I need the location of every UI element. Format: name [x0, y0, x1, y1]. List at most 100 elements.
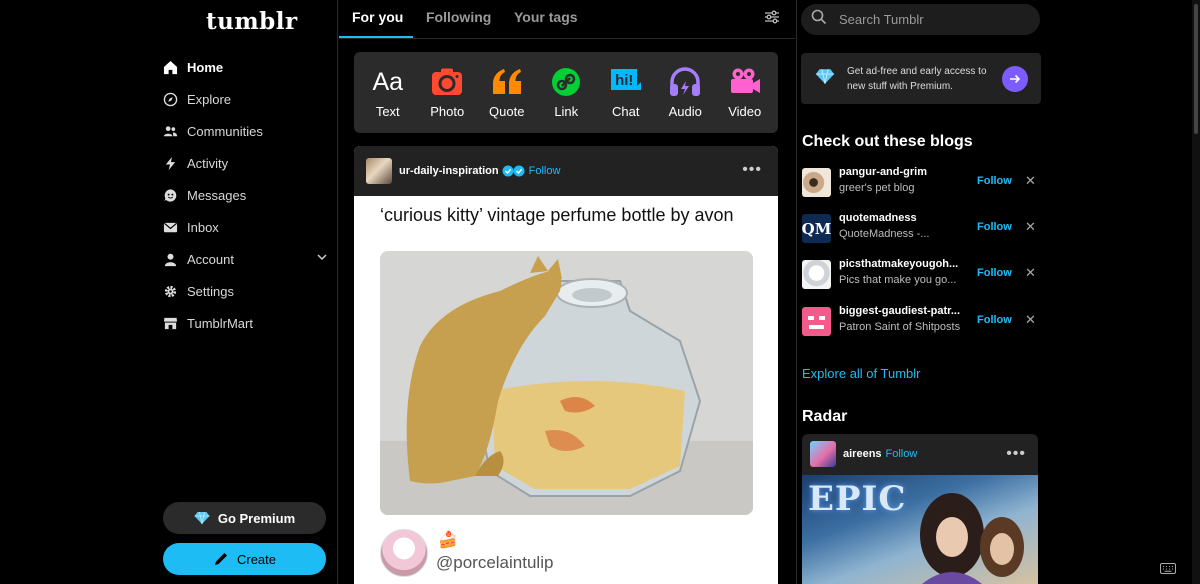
- blog-recommendation[interactable]: pangur-and-grim greer's pet blog Follow …: [802, 166, 1040, 202]
- home-icon: [162, 59, 178, 75]
- chevron-down-icon[interactable]: [316, 251, 328, 266]
- promo-arrow-button[interactable]: [1002, 66, 1028, 92]
- feed: For you Following Your tags Aa Text Phot…: [339, 0, 795, 584]
- keyboard-icon[interactable]: [1160, 561, 1176, 579]
- chat-icon-glyph: hi!: [615, 72, 634, 89]
- nav-settings-label: Settings: [187, 283, 234, 299]
- post-username[interactable]: ur-daily-inspiration: [399, 165, 499, 177]
- compose-quote-button[interactable]: Quote: [477, 65, 537, 133]
- compose-chat-label: Chat: [612, 104, 640, 119]
- go-premium-label: Go Premium: [217, 510, 296, 526]
- go-premium-button[interactable]: Go Premium: [163, 502, 326, 534]
- feed-tabs: For you Following Your tags: [339, 0, 795, 39]
- sliders-icon[interactable]: [764, 9, 780, 30]
- nav-settings[interactable]: Settings: [160, 275, 332, 307]
- link-icon: [549, 65, 583, 99]
- blog-name[interactable]: pangur-and-grim: [839, 166, 964, 178]
- nav-home-label: Home: [187, 59, 224, 75]
- avatar[interactable]: [802, 307, 831, 336]
- blog-name[interactable]: picsthatmakeyougoh...: [839, 258, 964, 270]
- more-options-icon[interactable]: •••: [1006, 445, 1026, 463]
- nav-messages[interactable]: Messages: [160, 179, 332, 211]
- compose-video-label: Video: [728, 104, 762, 119]
- blog-recommendation[interactable]: QM quotemadness QuoteMadness -... Follow…: [802, 212, 1040, 248]
- radar-username[interactable]: aireens: [843, 448, 882, 460]
- premium-promo[interactable]: Get ad-free and early access to new stuf…: [801, 53, 1041, 104]
- blog-follow-button[interactable]: Follow: [977, 175, 1012, 187]
- text-icon: Aa: [371, 65, 405, 99]
- nav-activity-label: Activity: [187, 155, 229, 171]
- scrollbar-thumb[interactable]: [1194, 4, 1198, 134]
- blog-recommendation[interactable]: biggest-gaudiest-patr... Patron Saint of…: [802, 305, 1040, 341]
- dismiss-icon[interactable]: ✕: [1025, 173, 1036, 189]
- radar-follow-button[interactable]: Follow: [886, 448, 918, 460]
- quoted-user-handle[interactable]: @porcelaintulip: [436, 553, 553, 573]
- blog-recommendation[interactable]: picsthatmakeyougoh... Pics that make you…: [802, 258, 1040, 294]
- nav-inbox[interactable]: Inbox: [160, 211, 332, 243]
- headphones-icon: [668, 65, 702, 99]
- tab-your-tags[interactable]: Your tags: [514, 9, 578, 25]
- nav-account[interactable]: Account: [160, 243, 332, 275]
- arrow-right-icon: [1010, 74, 1021, 84]
- compose-audio-button[interactable]: Audio: [656, 65, 716, 133]
- right-sidebar: Search Tumblr Get ad-free and early acce…: [796, 0, 1200, 584]
- dismiss-icon[interactable]: ✕: [1025, 219, 1036, 235]
- compose-chat-button[interactable]: hi! Chat: [596, 65, 656, 133]
- post-composer: Aa Text Photo Quote Link hi! Chat Audio …: [354, 52, 778, 133]
- diamond-icon: [194, 511, 210, 525]
- dismiss-icon[interactable]: ✕: [1025, 265, 1036, 281]
- nav-communities-label: Communities: [187, 123, 263, 139]
- compose-audio-label: Audio: [668, 104, 702, 119]
- active-tab-indicator: [339, 36, 413, 38]
- explore-all-link[interactable]: Explore all of Tumblr: [802, 366, 921, 381]
- post-card: ur-daily-inspiration Follow ••• ‘curious…: [354, 146, 778, 584]
- sidebar: tumblr Home Explore Communities Activity: [0, 0, 338, 584]
- create-button[interactable]: Create: [163, 543, 326, 575]
- people-icon: [162, 123, 178, 139]
- avatar[interactable]: [810, 441, 836, 467]
- post-header: ur-daily-inspiration Follow •••: [354, 146, 778, 196]
- gear-icon: [162, 283, 178, 299]
- compose-link-button[interactable]: Link: [537, 65, 597, 133]
- post-title: ‘curious kitty’ vintage perfume bottle b…: [380, 205, 734, 225]
- nav-activity[interactable]: Activity: [160, 147, 332, 179]
- tab-following[interactable]: Following: [426, 9, 491, 25]
- search-input[interactable]: Search Tumblr: [801, 4, 1040, 35]
- promo-text: Get ad-free and early access to new stuf…: [847, 65, 987, 92]
- blog-follow-button[interactable]: Follow: [977, 221, 1012, 233]
- main-nav: Home Explore Communities Activity Messag…: [160, 51, 332, 339]
- blog-name[interactable]: biggest-gaudiest-patr...: [839, 305, 964, 317]
- more-options-icon[interactable]: •••: [742, 161, 762, 179]
- nav-explore-label: Explore: [187, 91, 232, 107]
- avatar[interactable]: [366, 158, 392, 184]
- radar-image[interactable]: EPIC: [802, 475, 1038, 584]
- quoted-user-avatar[interactable]: [380, 529, 428, 577]
- avatar[interactable]: QM: [802, 214, 831, 243]
- nav-explore[interactable]: Explore: [160, 83, 332, 115]
- tumblr-logo[interactable]: tumblr: [206, 8, 298, 35]
- compose-text-button[interactable]: Aa Text: [358, 65, 418, 133]
- post-follow-button[interactable]: Follow: [529, 165, 561, 177]
- post-image[interactable]: [380, 251, 753, 515]
- avatar[interactable]: [802, 168, 831, 197]
- radar-post-header: aireens Follow •••: [802, 434, 1038, 474]
- avatar-initials: QM: [802, 219, 831, 238]
- cake-icon: 🍰: [438, 532, 458, 549]
- compose-photo-label: Photo: [430, 104, 465, 119]
- nav-tumblrmart[interactable]: TumblrMart: [160, 307, 332, 339]
- compose-video-button[interactable]: Video: [715, 65, 775, 133]
- blog-name[interactable]: quotemadness: [839, 212, 964, 224]
- compose-photo-button[interactable]: Photo: [418, 65, 478, 133]
- blog-follow-button[interactable]: Follow: [977, 314, 1012, 326]
- nav-home[interactable]: Home: [160, 51, 332, 83]
- tab-for-you[interactable]: For you: [352, 9, 403, 25]
- nav-communities[interactable]: Communities: [160, 115, 332, 147]
- camera-icon: [430, 65, 464, 99]
- avatar[interactable]: [802, 260, 831, 289]
- blog-follow-button[interactable]: Follow: [977, 267, 1012, 279]
- compass-icon: [162, 91, 178, 107]
- envelope-icon: [162, 219, 178, 235]
- bolt-icon: [162, 155, 178, 171]
- nav-messages-label: Messages: [187, 187, 247, 203]
- dismiss-icon[interactable]: ✕: [1025, 312, 1036, 328]
